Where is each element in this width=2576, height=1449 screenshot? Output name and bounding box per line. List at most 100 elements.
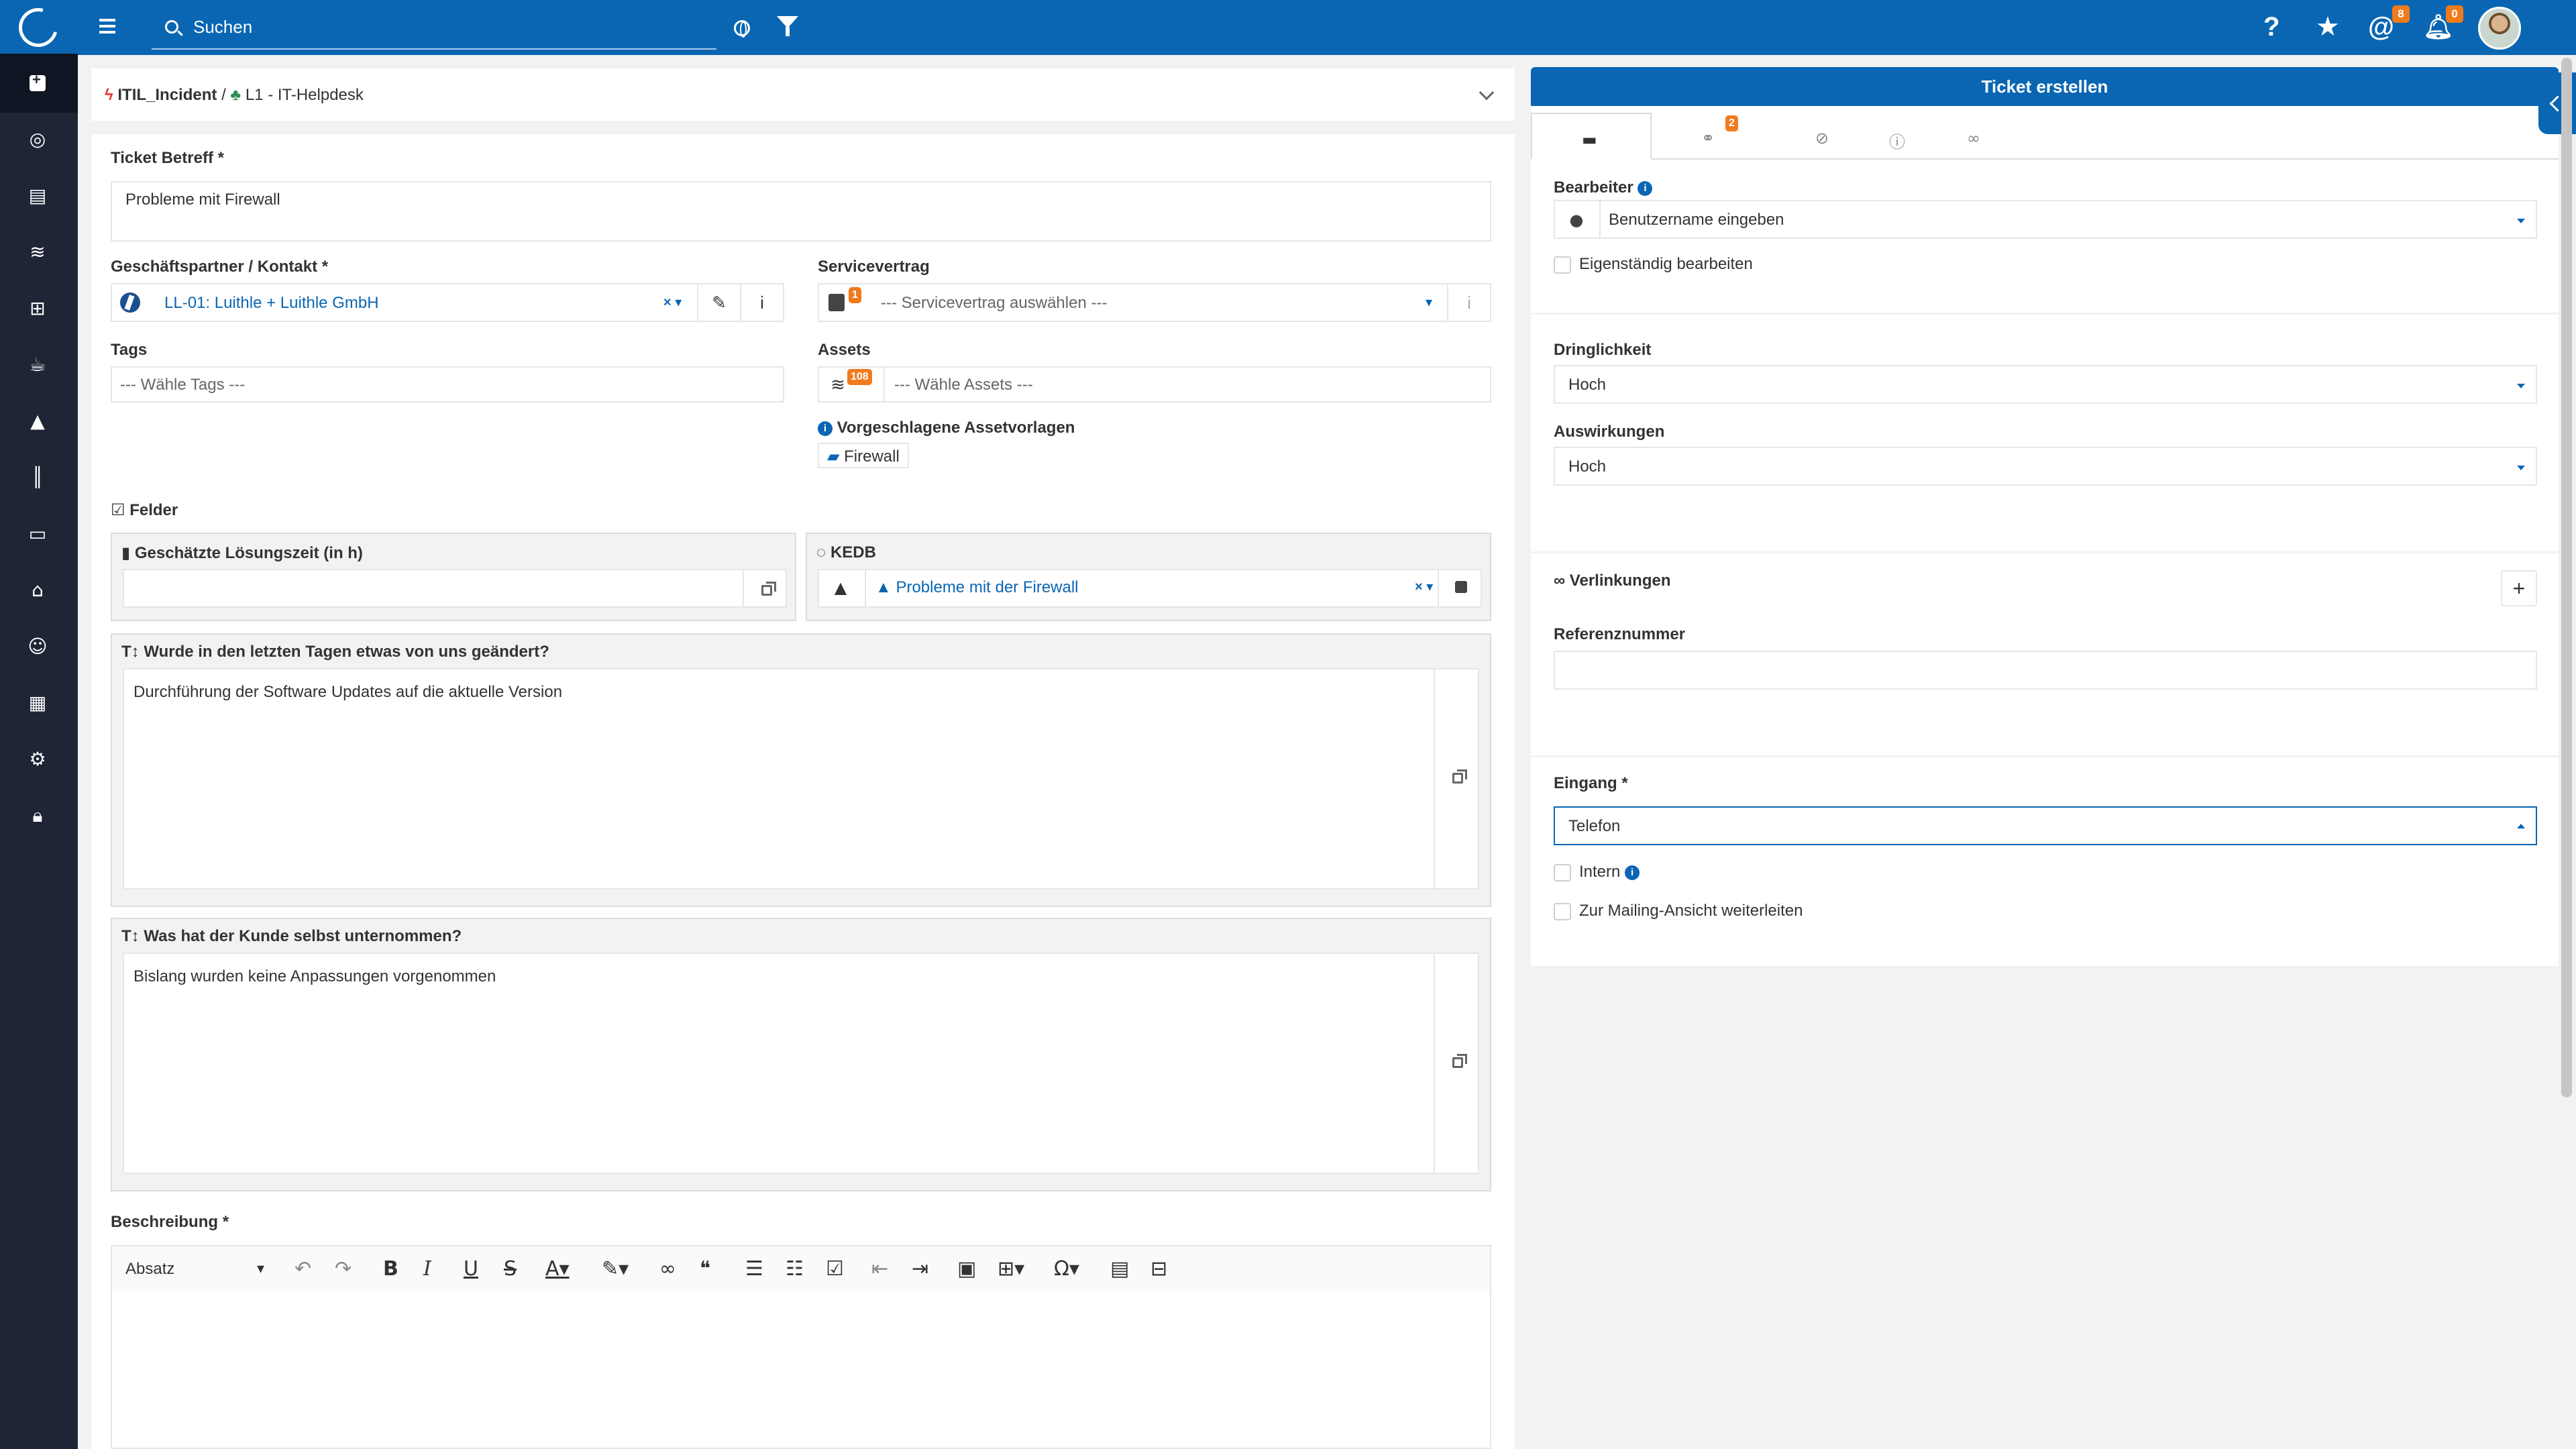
scrollbar[interactable]: [2561, 58, 2572, 1097]
underline-icon[interactable]: U: [464, 1256, 478, 1283]
sidebar-item-knowledge[interactable]: ▲: [25, 409, 50, 433]
menu-icon[interactable]: [99, 19, 115, 34]
sidebar-item-id[interactable]: ▭: [25, 522, 50, 546]
self-edit-checkbox[interactable]: [1554, 256, 1571, 274]
sidebar-item-library[interactable]: ║: [25, 466, 50, 490]
paragraph-style-select[interactable]: Absatz: [125, 1256, 174, 1283]
internal-checkbox[interactable]: [1554, 864, 1571, 881]
table-icon[interactable]: ⊞▾: [998, 1256, 1024, 1283]
link-icon: ∞: [1967, 129, 1980, 148]
urgency-select[interactable]: Hoch: [1554, 365, 2537, 404]
reference-input[interactable]: [1554, 651, 2537, 690]
sidebar-item-users[interactable]: ☺: [25, 635, 50, 659]
highlight-icon[interactable]: ✎▾: [602, 1256, 629, 1283]
question-customer-textarea[interactable]: Bislang wurden keine Anpassungen vorgeno…: [123, 953, 1479, 1174]
sidebar-item-coffee[interactable]: ☕︎: [25, 353, 50, 377]
numbered-list-icon[interactable]: ☰: [745, 1256, 763, 1283]
strikethrough-icon[interactable]: S: [504, 1256, 517, 1283]
copy-button[interactable]: [1434, 954, 1478, 1173]
description-editor[interactable]: [111, 1292, 1491, 1449]
contract-select[interactable]: 1 --- Servicevertrag auswählen --- ▾ i: [818, 283, 1491, 322]
clear-caret-icon[interactable]: × ▾: [1415, 578, 1433, 595]
bold-icon[interactable]: B: [383, 1256, 398, 1283]
sidebar-item-reports[interactable]: ▦: [25, 691, 50, 715]
assets-select[interactable]: ≋ 108 --- Wähle Assets ---: [818, 366, 1491, 402]
sidebar-item-network[interactable]: ⊞: [25, 297, 50, 321]
mailing-checkbox[interactable]: [1554, 903, 1571, 920]
question-customer-box: T↕ Was hat der Kunde selbst unternommen?…: [111, 918, 1491, 1191]
contract-badge: 1: [849, 287, 861, 303]
app-logo[interactable]: [11, 1, 65, 54]
impact-label: Auswirkungen: [1554, 423, 1665, 441]
graduation-cap-icon: ▲: [834, 578, 847, 597]
indent-icon[interactable]: ⇥: [912, 1256, 928, 1283]
right-tabs: ▬ ⚭ 2 ⊘ ⓘ ∞: [1531, 113, 2559, 160]
open-kedb-button[interactable]: [1438, 570, 1482, 606]
sidebar-item-layers[interactable]: ≋: [25, 240, 50, 264]
reference-label: Referenznummer: [1554, 625, 1686, 643]
globe-icon[interactable]: [734, 20, 750, 38]
clear-caret-icon[interactable]: × ▾: [663, 294, 682, 311]
link-icon[interactable]: ∞: [659, 1256, 676, 1283]
kedb-label: KEDB: [830, 543, 876, 561]
star-icon[interactable]: ★: [2316, 13, 2340, 40]
italic-icon[interactable]: I: [423, 1256, 431, 1283]
sidebar-item-settings[interactable]: ⚙︎: [25, 747, 50, 771]
users-icon: ☺: [28, 635, 48, 657]
create-ticket-button[interactable]: Ticket erstellen: [1531, 67, 2559, 106]
undo-icon[interactable]: ↶: [294, 1256, 311, 1283]
chevron-down-icon[interactable]: ▾: [257, 1256, 264, 1283]
assignee-select[interactable]: ● Benutzername eingeben: [1554, 200, 2537, 239]
collapse-icon[interactable]: ⊟: [1150, 1256, 1167, 1283]
subject-input[interactable]: Probleme mit Firewall: [111, 181, 1491, 241]
sidebar-item-security[interactable]: 🔒︎: [25, 804, 50, 828]
layers-icon: ≋: [830, 375, 845, 395]
tab-participants[interactable]: ⚭ 2: [1652, 113, 1772, 160]
estimate-input[interactable]: [123, 569, 787, 608]
filter-icon[interactable]: [777, 16, 798, 36]
add-link-button[interactable]: +: [2501, 570, 2537, 606]
sidebar-item-bank[interactable]: ⌂: [25, 578, 50, 602]
redo-icon[interactable]: ↷: [335, 1256, 352, 1283]
image-icon[interactable]: ▣: [957, 1256, 976, 1283]
chevron-down-icon[interactable]: ▾: [1426, 294, 1432, 311]
outdent-icon[interactable]: ⇤: [871, 1256, 888, 1283]
at-icon[interactable]: @: [2368, 13, 2394, 40]
tab-details[interactable]: ▬: [1531, 113, 1652, 160]
info-icon[interactable]: i: [1447, 283, 1490, 322]
layers-icon: ≋: [30, 241, 46, 263]
info-icon[interactable]: i: [740, 283, 783, 322]
breadcrumb-type[interactable]: ITIL_Incident: [117, 86, 217, 104]
font-color-icon[interactable]: A▾: [545, 1256, 570, 1283]
kedb-select[interactable]: ▲ ▲ Probleme mit der Firewall × ▾: [818, 569, 1482, 608]
tab-links[interactable]: ∞: [1917, 113, 2038, 160]
channel-select[interactable]: Telefon: [1554, 806, 2537, 845]
chevron-down-icon[interactable]: [1479, 85, 1495, 101]
impact-select[interactable]: Hoch: [1554, 447, 2537, 486]
tags-select[interactable]: --- Wähle Tags ---: [111, 366, 784, 402]
question-changes-label: Wurde in den letzten Tagen etwas von uns…: [144, 643, 549, 661]
asset-template-chip[interactable]: ▰ Firewall: [818, 443, 909, 468]
todo-list-icon[interactable]: ☑: [826, 1256, 844, 1283]
books-icon: ║: [32, 466, 44, 488]
question-changes-textarea[interactable]: Durchführung der Software Updates auf di…: [123, 668, 1479, 890]
sidebar-item-create[interactable]: [0, 54, 78, 113]
pencil-icon[interactable]: ✎: [697, 283, 740, 322]
contract-icon: [828, 294, 845, 311]
avatar[interactable]: [2478, 7, 2521, 50]
sidebar-item-dashboard[interactable]: ◎: [25, 127, 50, 152]
search-input[interactable]: [193, 13, 703, 40]
sidebar-item-archive[interactable]: ▤: [25, 184, 50, 208]
partner-value[interactable]: LL-01: Luithle + Luithle GmbH: [164, 294, 379, 313]
lock-icon: 🔒︎: [32, 804, 43, 826]
template-icon[interactable]: ▤: [1110, 1256, 1129, 1283]
partner-select[interactable]: LL-01: Luithle + Luithle GmbH × ▾ ✎ i: [111, 283, 784, 322]
bulleted-list-icon[interactable]: ☷: [786, 1256, 804, 1283]
copy-button[interactable]: [1434, 669, 1478, 888]
copy-button[interactable]: [743, 570, 787, 606]
breadcrumb-group[interactable]: L1 - IT-Helpdesk: [246, 86, 364, 104]
quote-icon[interactable]: ❝: [700, 1256, 710, 1283]
help-icon[interactable]: ?: [2263, 13, 2279, 40]
global-search: [152, 5, 716, 50]
special-char-icon[interactable]: Ω▾: [1054, 1256, 1079, 1283]
